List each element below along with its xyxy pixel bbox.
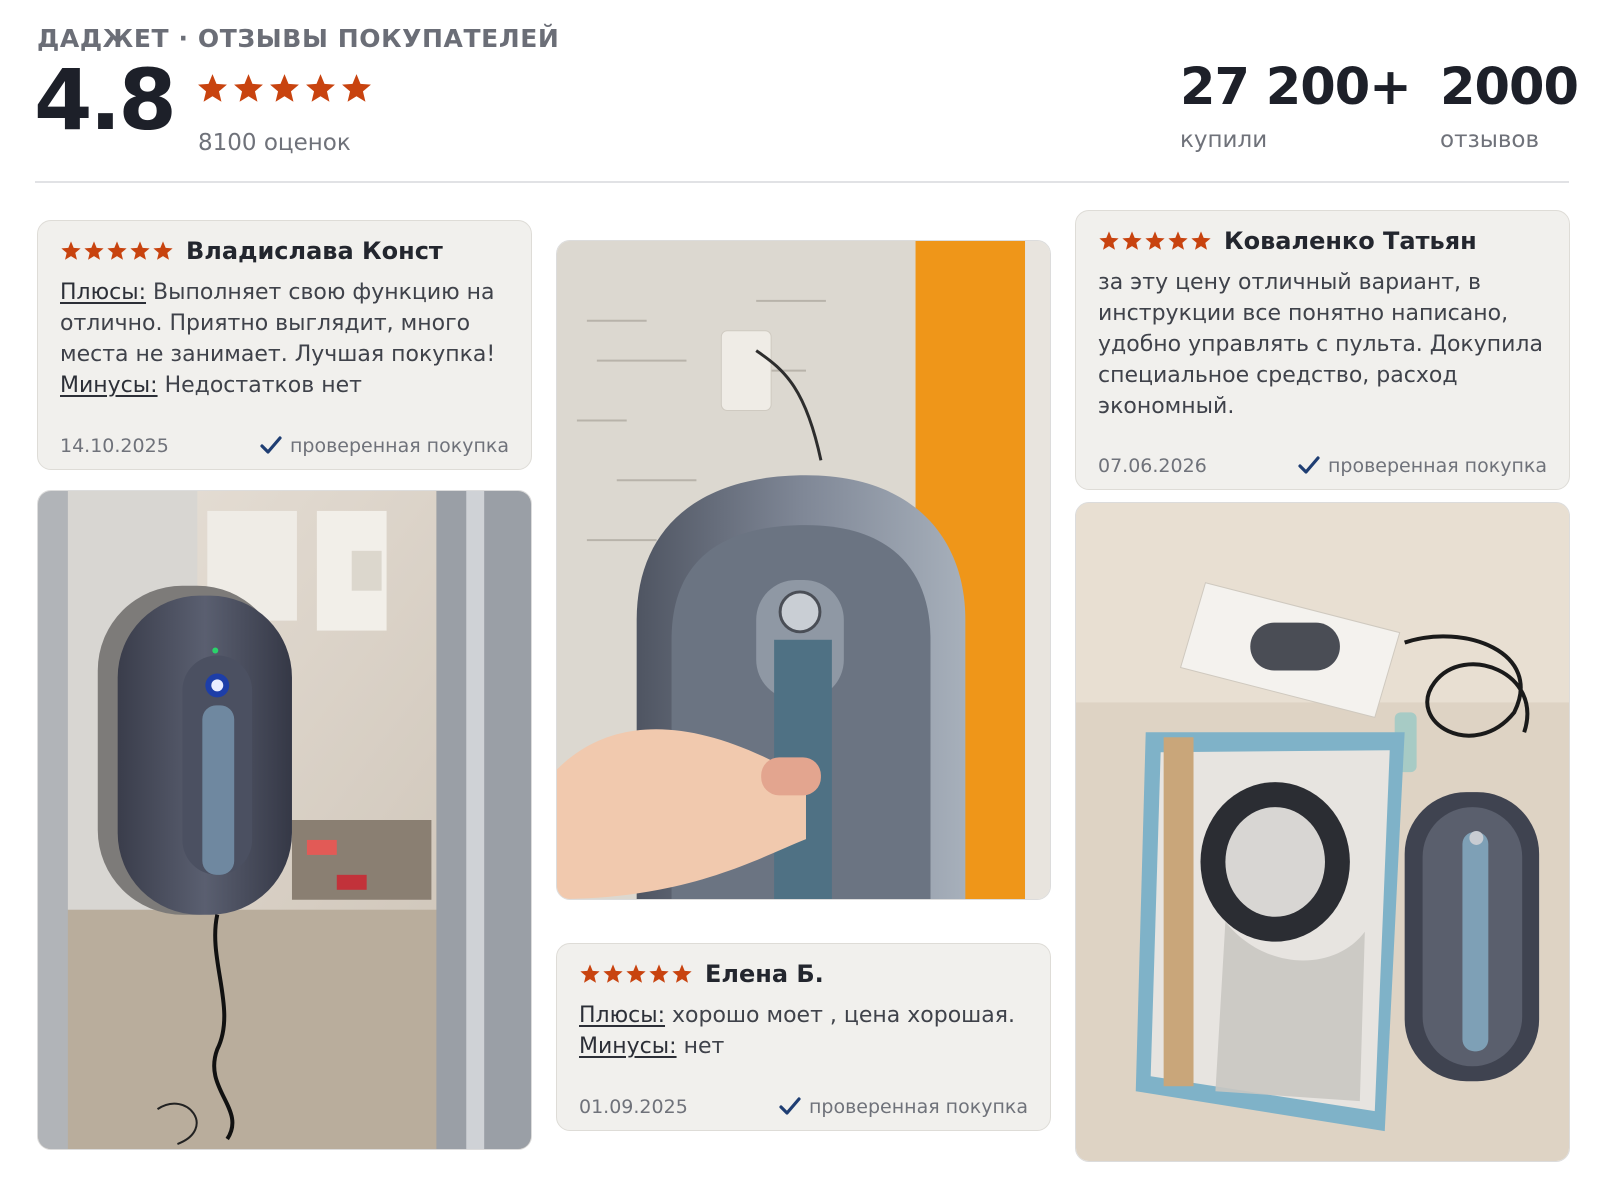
star-icon [1145,231,1165,250]
reviewer-name: Коваленко Татьян [1224,227,1477,255]
review-text: Плюсы: Выполняет свою функцию на отлично… [60,277,509,401]
cons-text: Недостатков нет [164,373,362,398]
review-date: 14.10.2025 [60,435,169,457]
cons-label: Минусы: [60,373,158,398]
star-icon [234,74,263,102]
star-icon [61,241,81,260]
star-icon [270,74,299,102]
review-card: Коваленко Татьян за эту цену отличный ва… [1075,210,1570,490]
rating-count: 8100 оценок [198,130,351,156]
review-photo[interactable] [37,490,532,1150]
review-date: 07.06.2026 [1098,455,1207,477]
star-icon [107,241,127,260]
star-icon [306,74,335,102]
cons-label: Минусы: [579,1034,677,1059]
header-divider [35,181,1569,183]
review-date: 01.09.2025 [579,1096,688,1118]
review-card: Елена Б. Плюсы: хорошо моет , цена хорош… [556,943,1051,1131]
star-icon [649,964,669,983]
cons-text: нет [683,1034,725,1059]
rating-stars [196,72,373,105]
verified-badge: проверенная покупка [779,1096,1028,1118]
review-stars [1098,230,1212,252]
review-card: Владислава Конст Плюсы: Выполняет свою ф… [37,220,532,470]
brand-line: ДАДЖЕТ · ОТЗЫВЫ ПОКУПАТЕЛЕЙ [37,24,560,53]
review-photo[interactable] [556,240,1051,900]
average-rating: 4.8 [34,51,177,149]
review-text: Плюсы: хорошо моет , цена хорошая. Минус… [579,1000,1028,1062]
stat-bought: 27 200+ купили [1180,58,1412,153]
stat-bought-label: купили [1180,127,1268,153]
stat-reviews-value: 2000 [1440,58,1579,117]
review-stars [60,240,174,262]
pros-text: хорошо моет , цена хорошая. [672,1003,1016,1028]
check-icon [1298,456,1320,474]
pros-label: Плюсы: [579,1003,666,1028]
check-icon [779,1097,801,1115]
verified-label: проверенная покупка [289,435,509,457]
star-icon [1099,231,1119,250]
check-icon [260,436,282,454]
stat-bought-value: 27 200+ [1180,58,1412,117]
verified-badge: проверенная покупка [1298,455,1547,477]
star-icon [130,241,150,260]
star-icon [626,964,646,983]
verified-label: проверенная покупка [808,1096,1028,1118]
star-icon [1168,231,1188,250]
star-icon [153,241,173,260]
star-icon [580,964,600,983]
review-stars [579,963,693,985]
reviewer-name: Владислава Конст [186,237,443,265]
verified-badge: проверенная покупка [260,435,509,457]
verified-label: проверенная покупка [1327,455,1547,477]
reviewer-name: Елена Б. [705,960,824,988]
star-icon [1122,231,1142,250]
review-photo[interactable] [1075,502,1570,1162]
star-icon [1191,231,1211,250]
pros-label: Плюсы: [60,280,147,305]
star-icon [198,74,227,102]
stat-reviews: 2000 отзывов [1440,58,1579,153]
review-text: за эту цену отличный вариант, в инструкц… [1098,270,1543,419]
star-icon [672,964,692,983]
star-icon [342,74,371,102]
star-icon [603,964,623,983]
star-icon [84,241,104,260]
stat-reviews-label: отзывов [1440,127,1540,153]
